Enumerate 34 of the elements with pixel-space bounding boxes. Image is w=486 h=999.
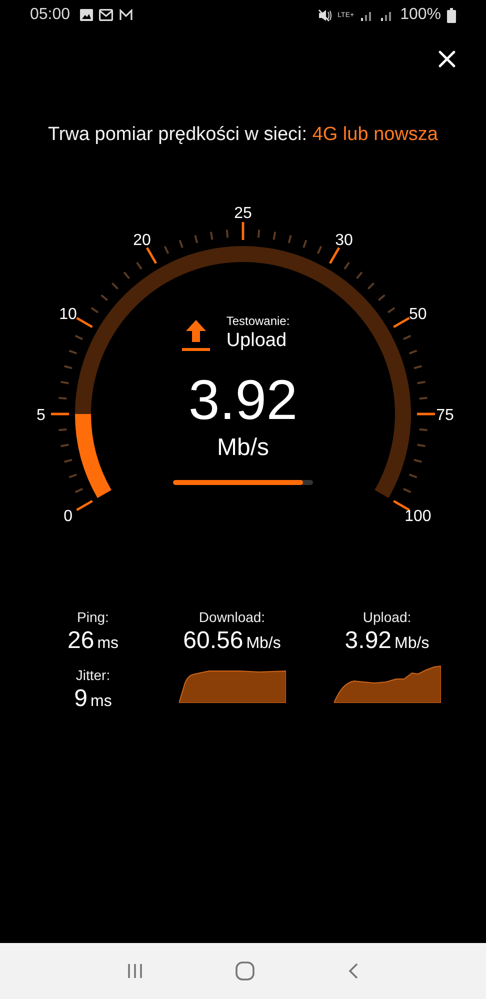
email-icon	[99, 9, 114, 21]
ping-value: 26 ms	[67, 627, 119, 655]
download-label: Download:	[198, 609, 266, 625]
upload-label: Upload:	[362, 609, 412, 625]
jitter-label: Jitter:	[76, 667, 110, 683]
gauge-label: 20	[133, 232, 151, 250]
gauge-label: 25	[234, 205, 252, 222]
heading: Trwa pomiar prędkości w sieci: 4G lub nowsza	[47, 124, 439, 146]
battery-icon	[447, 8, 456, 22]
upload-icon	[182, 320, 210, 352]
back-icon[interactable]	[346, 962, 360, 980]
status-time: 05:00	[30, 6, 70, 24]
upload-value: 3.92 Mb/s	[344, 627, 430, 655]
download-value: 60.56 Mb/s	[183, 627, 281, 655]
home-icon[interactable]	[234, 961, 255, 981]
jitter-value: 9 ms	[74, 685, 112, 713]
gauge-label: 0	[64, 508, 73, 525]
test-name: Upload	[226, 330, 288, 352]
gauge-label: 5	[36, 407, 46, 424]
testing-label: Testowanie:	[226, 314, 290, 328]
close-icon	[438, 50, 456, 68]
gauge-label: 10	[59, 306, 77, 323]
gauge-label: 50	[409, 306, 427, 323]
gauge-label: 75	[436, 407, 454, 424]
recent-apps-icon[interactable]	[126, 962, 144, 980]
mute-icon	[318, 8, 332, 22]
speed-unit: Mb/s	[216, 434, 269, 462]
speed-value: 3.92	[188, 372, 298, 428]
ping-label: Ping:	[77, 609, 109, 625]
gallery-icon	[80, 9, 94, 21]
battery-percent: 100%	[400, 6, 441, 24]
gauge-label: 100	[404, 508, 432, 525]
gauge-label: 30	[335, 232, 353, 250]
mail-icon	[119, 9, 134, 21]
